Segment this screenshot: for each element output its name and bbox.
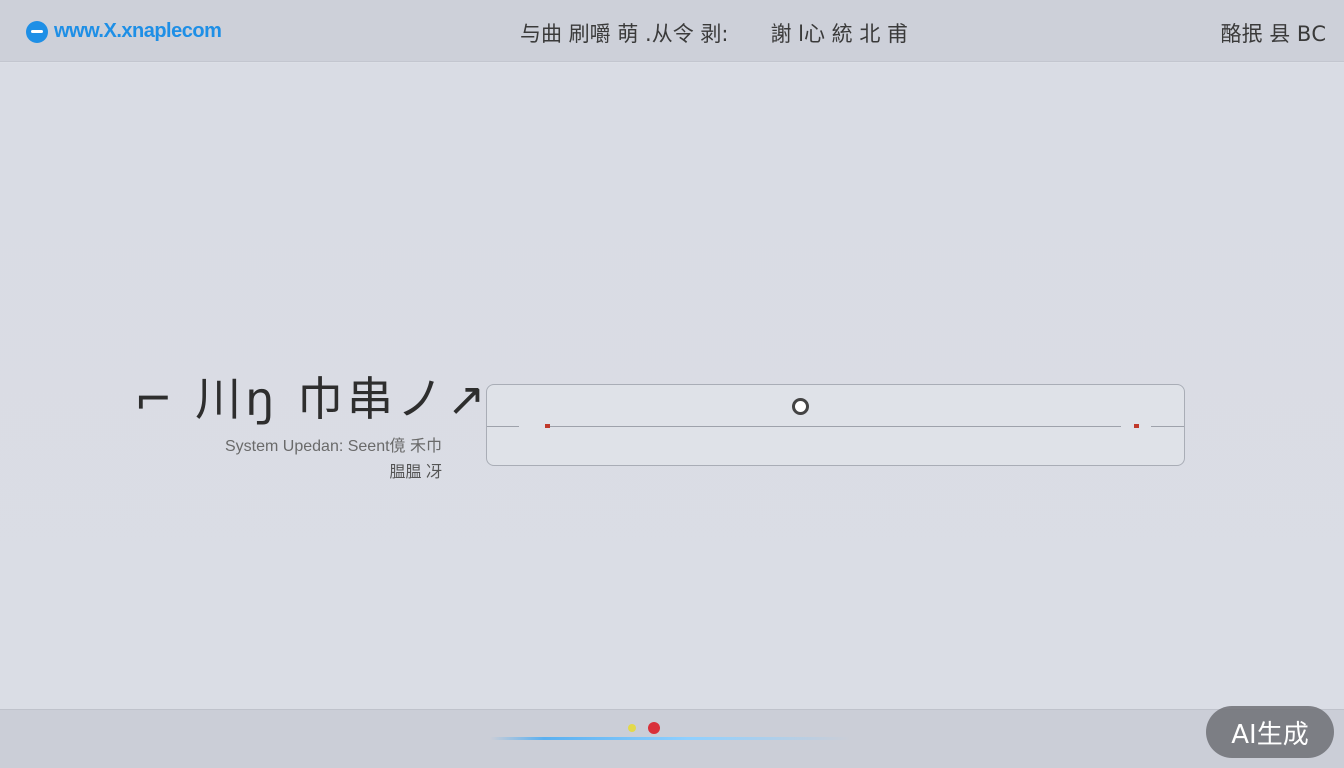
ai-generated-badge: AI生成 (1206, 706, 1334, 758)
page-headline: ⌐ 川ŋ 巾串ノ↗ (134, 372, 490, 426)
top-nav: 与曲 刷嚼 萌 .从令 剥: 謝 l心 統 北 甫 (520, 18, 908, 48)
browser-e-icon (26, 20, 48, 43)
nav-item-1[interactable]: 与曲 刷嚼 萌 .从令 剥: (520, 18, 728, 48)
progress-knob[interactable] (792, 398, 809, 415)
status-dot-yellow (628, 724, 636, 732)
progress-start-marker (545, 424, 550, 428)
bottom-bar (0, 709, 1344, 768)
logo-text: www.X.xnaplecom (54, 20, 222, 42)
status-line-2: 腽腽 冴 (389, 464, 442, 481)
progress-track (487, 426, 1184, 427)
update-progress-panel (486, 384, 1185, 466)
status-dot-red (648, 722, 660, 734)
progress-end-marker (1134, 424, 1139, 428)
nav-item-2[interactable]: 謝 l心 統 北 甫 (770, 18, 908, 48)
top-right-link[interactable]: 酪抿 县 ВС (1221, 18, 1326, 48)
status-line-1: System Upedan: Seent傹 禾巾 (225, 438, 442, 455)
loading-glow-line (490, 737, 850, 740)
site-logo[interactable]: www.X.xnaplecom (26, 20, 222, 43)
update-status-text: System Upedan: Seent傹 禾巾 腽腽 冴 (178, 434, 442, 486)
top-bar: www.X.xnaplecom 与曲 刷嚼 萌 .从令 剥: 謝 l心 統 北 … (0, 0, 1344, 62)
